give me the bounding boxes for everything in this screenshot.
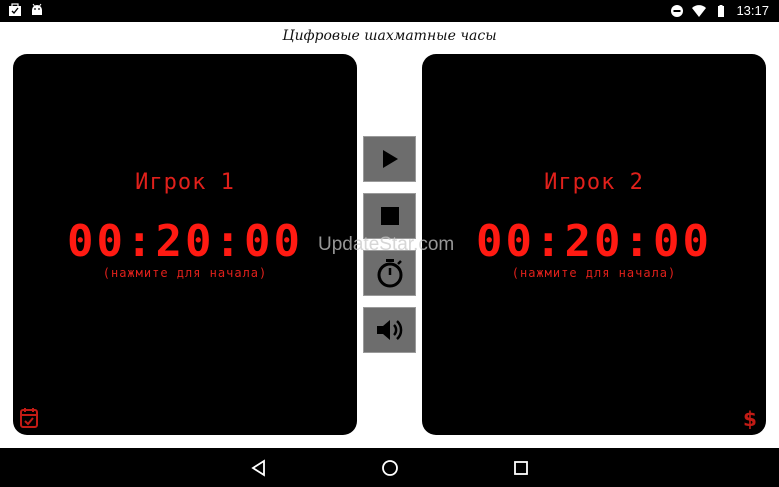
home-icon[interactable]	[381, 459, 399, 477]
back-icon[interactable]	[250, 459, 268, 477]
nav-bar	[0, 448, 779, 487]
stop-icon	[380, 207, 399, 225]
stop-button[interactable]	[363, 193, 416, 239]
player2-time: 00:20:00	[476, 216, 712, 267]
watermark: UpdateStar.com	[318, 234, 455, 255]
app-root: 13:17 Цифровые шахматные часы Игрок 1 00…	[0, 0, 779, 487]
player1-clock-panel[interactable]: Игрок 1 00:20:00 (нажмите для начала)	[13, 54, 357, 435]
timer-button[interactable]	[363, 250, 416, 296]
calendar-check-icon[interactable]	[18, 407, 40, 429]
play-button[interactable]	[363, 136, 416, 182]
player2-name: Игрок 2	[544, 170, 644, 195]
do-not-disturb-icon	[671, 5, 684, 17]
battery-icon	[718, 5, 725, 17]
stopwatch-icon	[377, 259, 402, 288]
status-time: 13:17	[736, 3, 769, 18]
recent-apps-icon[interactable]	[512, 459, 530, 477]
volume-icon	[376, 320, 402, 340]
status-bar: 13:17	[0, 0, 779, 22]
wifi-icon	[692, 5, 707, 17]
svg-text:$: $	[743, 407, 757, 429]
android-icon	[32, 3, 42, 15]
play-icon	[382, 150, 398, 168]
dollar-icon[interactable]: $	[739, 407, 761, 429]
sound-button[interactable]	[363, 307, 416, 353]
player1-time: 00:20:00	[67, 216, 303, 267]
player2-hint: (нажмите для начала)	[511, 266, 677, 280]
briefcase-icon	[9, 3, 21, 16]
app-title: Цифровые шахматные часы	[282, 28, 497, 44]
player2-clock-panel[interactable]: Игрок 2 00:20:00 (нажмите для начала) $	[422, 54, 766, 435]
player1-hint: (нажмите для начала)	[102, 266, 268, 280]
player1-name: Игрок 1	[135, 170, 235, 195]
